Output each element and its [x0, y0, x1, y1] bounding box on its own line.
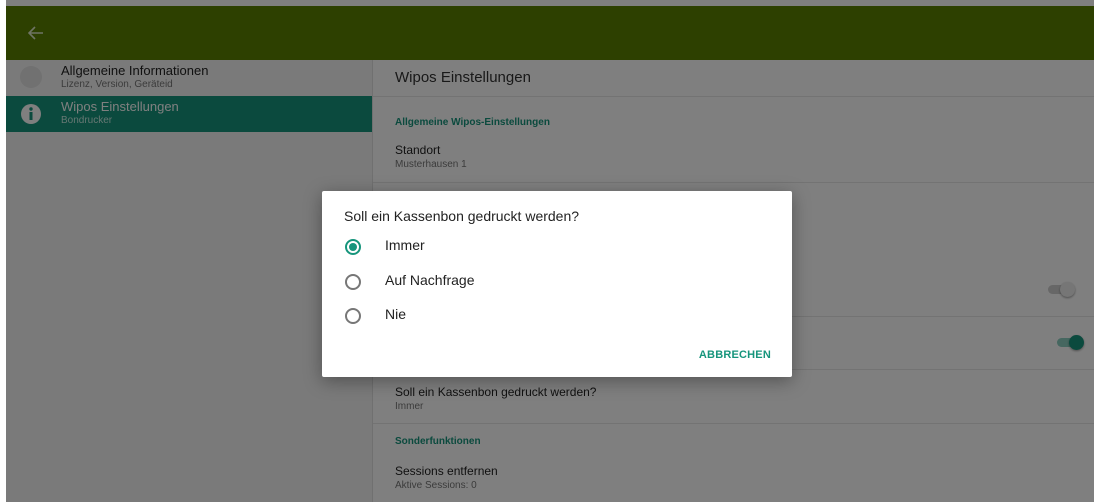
- kassenbon-dialog: Soll ein Kassenbon gedruckt werden? Imme…: [322, 191, 792, 377]
- dialog-title: Soll ein Kassenbon gedruckt werden?: [344, 208, 580, 224]
- radio-selected-icon: [345, 239, 361, 255]
- radio-label: Immer: [385, 237, 425, 253]
- radio-option-auf-nachfrage[interactable]: Auf Nachfrage: [322, 266, 792, 296]
- radio-option-nie[interactable]: Nie: [322, 300, 792, 330]
- radio-unselected-icon: [345, 308, 361, 324]
- screen-edge: [0, 0, 6, 502]
- radio-unselected-icon: [345, 274, 361, 290]
- radio-option-immer[interactable]: Immer: [322, 231, 792, 261]
- settings-screen: Allgemeine Informationen Lizenz, Version…: [0, 0, 1094, 502]
- radio-label: Nie: [385, 306, 407, 322]
- cancel-button[interactable]: ABBRECHEN: [699, 349, 771, 361]
- radio-label: Auf Nachfrage: [385, 272, 475, 288]
